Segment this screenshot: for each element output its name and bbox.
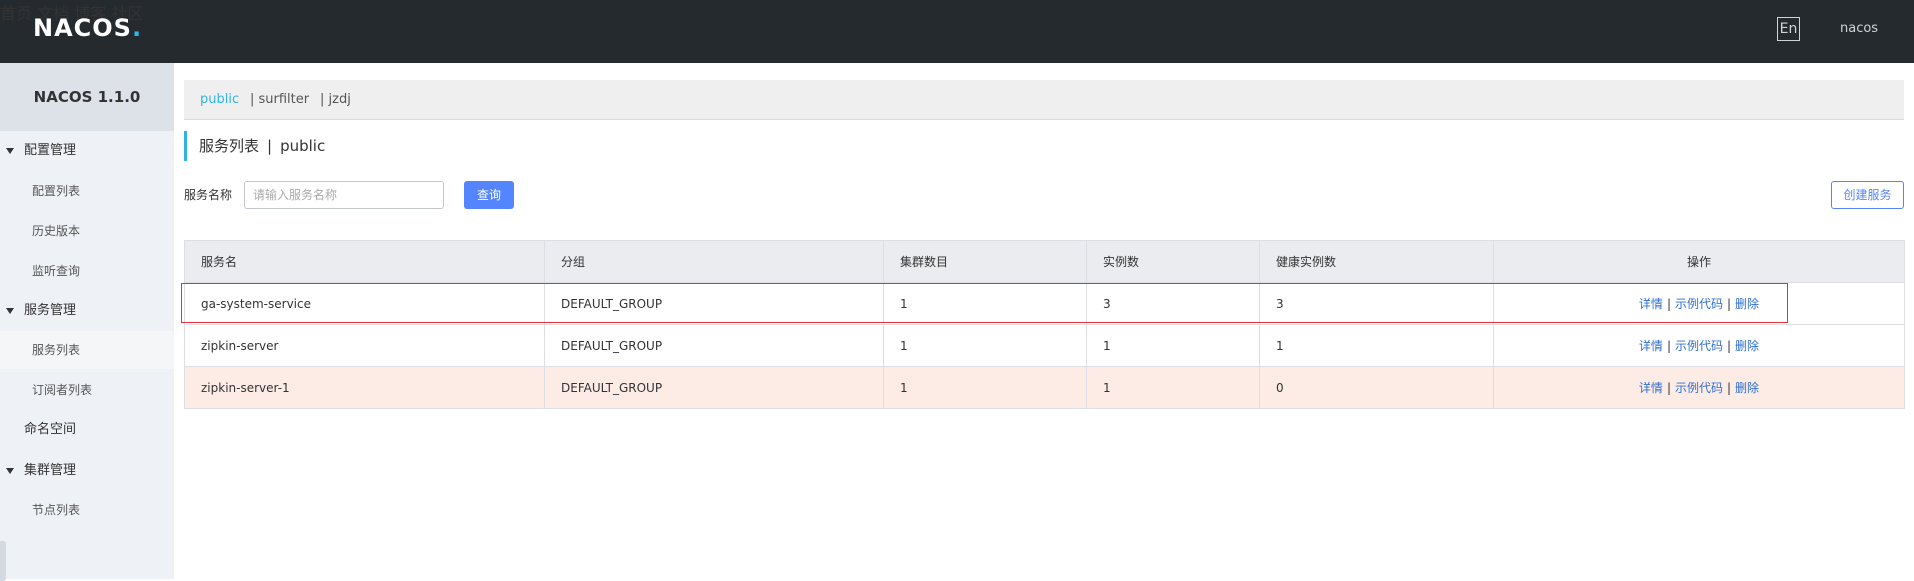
column-header-instance-count: 实例数 — [1086, 240, 1260, 283]
sidebar-item-subscriber-list[interactable]: 订阅者列表 — [0, 371, 174, 409]
cluster-count-cell: 1 — [883, 282, 1087, 325]
delete-link[interactable]: 删除 — [1735, 339, 1759, 353]
user-menu[interactable]: nacos — [1840, 21, 1878, 36]
group-cell: DEFAULT_GROUP — [544, 366, 884, 409]
column-header-healthy-count: 健康实例数 — [1259, 240, 1494, 283]
service-name-label: 服务名称 — [184, 188, 233, 202]
language-toggle-button[interactable]: En — [1777, 17, 1800, 41]
sidebar-item-listener-query[interactable]: 监听查询 — [0, 252, 174, 290]
detail-link[interactable]: 详情 — [1639, 339, 1663, 353]
sidebar-item-history[interactable]: 历史版本 — [0, 212, 174, 250]
instance-count-cell: 1 — [1086, 324, 1260, 367]
sidebar: NACOS 1.1.0 配置管理 配置列表 历史版本 监听查询 服务管理 服务列… — [0, 63, 174, 581]
detail-link[interactable]: 详情 — [1639, 297, 1663, 311]
column-header-service-name: 服务名 — [184, 240, 545, 283]
service-name-cell: zipkin-server-1 — [184, 366, 545, 409]
sidebar-item-node-list[interactable]: 节点列表 — [0, 491, 174, 529]
nav-home-link[interactable]: 首页 — [0, 4, 32, 23]
column-header-actions: 操作 — [1493, 240, 1905, 283]
caret-down-icon — [6, 148, 14, 154]
caret-down-icon — [6, 468, 14, 474]
instance-count-cell: 1 — [1086, 366, 1260, 409]
table-row: zipkin-server DEFAULT_GROUP 1 1 1 详情 | 示例代… — [184, 324, 1905, 367]
actions-cell: 详情 | 示例代码 | 删除 — [1493, 324, 1905, 367]
group-cell: DEFAULT_GROUP — [544, 324, 884, 367]
sidebar-item-service-list[interactable]: 服务列表 — [0, 331, 174, 369]
service-name-input[interactable] — [244, 181, 444, 209]
service-name-cell: ga-system-service — [184, 282, 545, 325]
group-cell: DEFAULT_GROUP — [544, 282, 884, 325]
top-navbar: NACOS. 首页 文档 博客 社区 En nacos — [0, 0, 1914, 63]
healthy-count-cell: 0 — [1259, 366, 1494, 409]
table-row: zipkin-server-1 DEFAULT_GROUP 1 1 0 详情 | 示… — [184, 366, 1905, 409]
caret-down-icon — [6, 308, 14, 314]
service-name-cell: zipkin-server — [184, 324, 545, 367]
sidebar-item-config-list[interactable]: 配置列表 — [0, 172, 174, 210]
namespace-public[interactable]: public — [200, 80, 239, 120]
healthy-count-cell: 3 — [1259, 282, 1494, 325]
column-header-cluster-count: 集群数目 — [883, 240, 1087, 283]
actions-cell: 详情 | 示例代码 | 删除 — [1493, 366, 1905, 409]
nacos-logo[interactable]: NACOS. — [33, 14, 142, 42]
namespace-surfilter[interactable]: | surfilter — [250, 80, 309, 120]
healthy-count-cell: 1 — [1259, 324, 1494, 367]
sidebar-item-namespace[interactable]: 命名空间 — [0, 411, 174, 449]
service-table: 服务名 分组 集群数目 实例数 健康实例数 操作 ga-system-servi… — [184, 240, 1905, 409]
sidebar-group-service[interactable]: 服务管理 — [0, 296, 174, 326]
sidebar-version: NACOS 1.1.0 — [0, 63, 174, 131]
cluster-count-cell: 1 — [883, 366, 1087, 409]
delete-link[interactable]: 删除 — [1735, 297, 1759, 311]
query-button[interactable]: 查询 — [464, 181, 514, 209]
detail-link[interactable]: 详情 — [1639, 381, 1663, 395]
create-service-button[interactable]: 创建服务 — [1831, 181, 1904, 209]
sidebar-group-config[interactable]: 配置管理 — [0, 136, 174, 166]
delete-link[interactable]: 删除 — [1735, 381, 1759, 395]
table-header-row: 服务名 分组 集群数目 实例数 健康实例数 操作 — [184, 240, 1905, 283]
page-title: 服务列表 | public — [184, 131, 325, 161]
namespace-jzdj[interactable]: | jzdj — [320, 80, 351, 120]
sample-code-link[interactable]: 示例代码 — [1675, 339, 1723, 353]
cluster-count-cell: 1 — [883, 324, 1087, 367]
column-header-group: 分组 — [544, 240, 884, 283]
sidebar-collapse-handle[interactable] — [0, 541, 6, 581]
table-row: ga-system-service DEFAULT_GROUP 1 3 3 详情… — [184, 282, 1905, 325]
actions-cell: 详情 | 示例代码 | 删除 — [1493, 282, 1905, 325]
sample-code-link[interactable]: 示例代码 — [1675, 381, 1723, 395]
namespace-bar: public | surfilter | jzdj — [184, 80, 1904, 120]
sidebar-group-cluster[interactable]: 集群管理 — [0, 456, 174, 486]
sample-code-link[interactable]: 示例代码 — [1675, 297, 1723, 311]
instance-count-cell: 3 — [1086, 282, 1260, 325]
